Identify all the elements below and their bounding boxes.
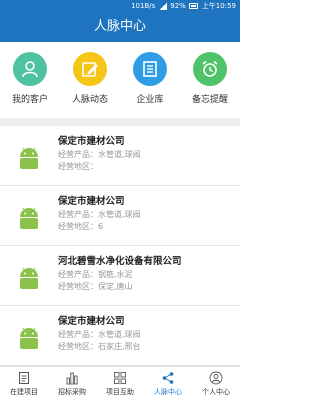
area-prefix: 经营地区： xyxy=(58,342,98,351)
tab-projects[interactable]: 在建项目 xyxy=(0,367,48,400)
title-bar: 人脉中心 xyxy=(0,12,240,42)
products-value: 水管道,球阀 xyxy=(98,150,141,159)
android-placeholder-icon xyxy=(20,147,38,169)
android-placeholder-icon xyxy=(20,207,38,229)
list-item[interactable]: 保定市建材公司 经营产品：水管道,球阀 经营地区： xyxy=(0,126,240,186)
company-area: 经营地区：6 xyxy=(58,221,240,233)
products-value: 钢筋,水泥 xyxy=(98,270,133,279)
products-prefix: 经营产品： xyxy=(58,150,98,159)
grid-icon xyxy=(114,371,126,384)
status-time: 上午10:59 xyxy=(201,2,236,10)
shortcut-label: 我的客户 xyxy=(11,95,48,105)
shortcut-contacts-feed[interactable]: 人脉动态 xyxy=(62,52,118,105)
company-name: 保定市建材公司 xyxy=(58,136,125,147)
tab-label: 个人中心 xyxy=(202,387,230,396)
area-value: 6 xyxy=(98,222,104,231)
shortcut-grid: 我的客户 人脉动态 企业库 备忘提醒 xyxy=(0,42,240,114)
network-speed: 101B/s xyxy=(131,2,156,10)
bar-chart-icon xyxy=(66,372,78,384)
area-value: 保定,唐山 xyxy=(98,282,133,291)
products-prefix: 经营产品： xyxy=(58,330,98,339)
company-products: 经营产品：水管道,球阀 xyxy=(58,329,240,341)
list-item[interactable]: 保定市建材公司 经营产品：水管道,球阀 经营地区：石家庄,邢台 xyxy=(0,306,240,366)
company-products: 经营产品：水管道,球阀 xyxy=(58,149,240,161)
android-placeholder-icon xyxy=(20,327,38,349)
list-item[interactable]: 保定市建材公司 经营产品：水管道,球阀 经营地区：6 xyxy=(0,186,240,246)
list-item[interactable]: 河北碧雪水净化设备有限公司 经营产品：钢筋,水泥 经营地区：保定,唐山 xyxy=(0,246,240,306)
tab-personal-center[interactable]: 个人中心 xyxy=(192,367,240,400)
share-icon xyxy=(162,371,174,384)
shortcut-label: 人脉动态 xyxy=(71,95,108,105)
tab-bidding[interactable]: 招标采购 xyxy=(48,367,96,400)
bottom-tab-bar: 在建项目 招标采购 项目互助 人脉中心 个人中心 xyxy=(0,366,240,400)
tab-label: 在建项目 xyxy=(10,387,38,396)
company-name: 保定市建材公司 xyxy=(58,196,125,207)
status-bar: 101B/s 92% 上午10:59 xyxy=(0,0,240,12)
area-prefix: 经营地区： xyxy=(58,222,98,231)
shortcut-memo-reminder[interactable]: 备忘提醒 xyxy=(182,52,238,105)
shortcut-label: 企业库 xyxy=(136,95,164,105)
tab-label: 项目互助 xyxy=(106,387,134,396)
signal-icon xyxy=(159,2,168,10)
company-area: 经营地区： xyxy=(58,161,240,173)
android-placeholder-icon xyxy=(20,267,38,289)
battery-level: 92% xyxy=(170,2,186,10)
tab-label: 人脉中心 xyxy=(154,387,182,396)
edit-icon xyxy=(73,52,107,86)
customer-icon xyxy=(13,52,47,86)
battery-icon xyxy=(188,3,198,9)
products-prefix: 经营产品： xyxy=(58,270,98,279)
document-icon xyxy=(133,52,167,86)
products-value: 水管道,球阀 xyxy=(98,210,141,219)
tab-label: 招标采购 xyxy=(58,387,86,396)
shortcut-company-library[interactable]: 企业库 xyxy=(122,52,178,105)
company-name: 保定市建材公司 xyxy=(58,316,125,327)
document-icon xyxy=(19,371,29,384)
tab-contacts-center[interactable]: 人脉中心 xyxy=(144,367,192,400)
company-area: 经营地区：石家庄,邢台 xyxy=(58,341,240,353)
page-title: 人脉中心 xyxy=(93,19,146,34)
company-area: 经营地区：保定,唐山 xyxy=(58,281,240,293)
shortcut-label: 备忘提醒 xyxy=(191,95,228,105)
products-value: 水管道,球阀 xyxy=(98,330,141,339)
company-products: 经营产品：钢筋,水泥 xyxy=(58,269,240,281)
company-name: 河北碧雪水净化设备有限公司 xyxy=(58,256,182,267)
tab-mutual-help[interactable]: 项目互助 xyxy=(96,367,144,400)
status-icons: 92% xyxy=(159,0,198,12)
section-divider xyxy=(0,118,240,126)
shortcut-my-customers[interactable]: 我的客户 xyxy=(2,52,58,105)
user-icon xyxy=(209,371,223,384)
area-prefix: 经营地区： xyxy=(58,162,98,171)
area-value: 石家庄,邢台 xyxy=(98,342,141,351)
alarm-clock-icon xyxy=(193,52,227,86)
area-prefix: 经营地区： xyxy=(58,282,98,291)
products-prefix: 经营产品： xyxy=(58,210,98,219)
company-list: 保定市建材公司 经营产品：水管道,球阀 经营地区： 保定市建材公司 经营产品：水… xyxy=(0,126,240,366)
company-products: 经营产品：水管道,球阀 xyxy=(58,209,240,221)
